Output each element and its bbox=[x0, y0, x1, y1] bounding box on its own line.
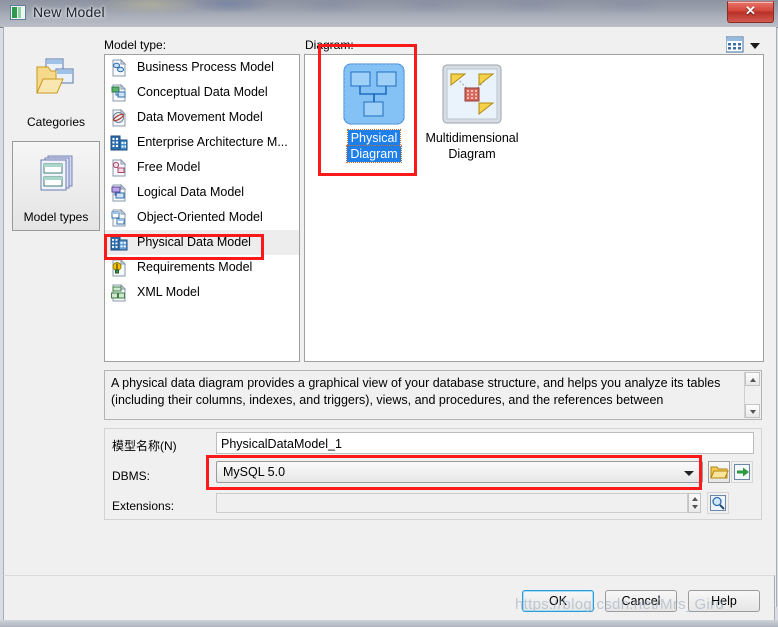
list-item-label: Data Movement Model bbox=[137, 110, 263, 124]
enterprise-architecture-model-icon bbox=[110, 134, 128, 152]
xml-model-icon bbox=[110, 283, 128, 302]
list-item-label: Requirements Model bbox=[137, 260, 253, 274]
rail-item-label: Categories bbox=[26, 115, 86, 129]
diagram-label: Diagram: bbox=[305, 38, 354, 52]
list-item-label: Free Model bbox=[137, 160, 201, 174]
description-box: A physical data diagram provides a graph… bbox=[104, 370, 762, 420]
description-text: A physical data diagram provides a graph… bbox=[111, 376, 721, 407]
model-types-stack-icon bbox=[32, 152, 80, 198]
chevron-down-icon bbox=[684, 471, 694, 476]
model-type-label: Model type: bbox=[104, 38, 167, 52]
close-icon: ✕ bbox=[745, 3, 756, 18]
cancel-button[interactable]: Cancel bbox=[605, 590, 677, 612]
data-movement-model-icon bbox=[110, 108, 128, 127]
dbms-browse-button[interactable] bbox=[708, 461, 730, 483]
extensions-spinner[interactable] bbox=[688, 493, 701, 513]
physical-diagram-icon bbox=[343, 63, 405, 125]
free-model-icon bbox=[110, 158, 128, 177]
diagram-item-label-line1: Multidimensional bbox=[425, 131, 519, 145]
extensions-label: Extensions: bbox=[112, 499, 175, 513]
list-item-label: Logical Data Model bbox=[137, 185, 245, 199]
diagram-item-label-line2: Diagram bbox=[346, 145, 402, 163]
list-item-label: Business Process Model bbox=[137, 60, 274, 74]
diagram-item-physical[interactable]: Physical Diagram bbox=[319, 61, 429, 163]
categories-folder-icon bbox=[32, 55, 80, 101]
diagram-item-multidimensional[interactable]: Multidimensional Diagram bbox=[417, 61, 527, 162]
folder-open-icon bbox=[710, 466, 729, 479]
new-model-dialog: New Model ✕ Categories Model types Model… bbox=[0, 0, 778, 627]
triangle-up-icon bbox=[691, 497, 698, 501]
requirements-model-icon bbox=[110, 258, 128, 277]
business-process-model-icon bbox=[110, 58, 128, 77]
diagram-panel[interactable]: Physical Diagram Multidimensional Diagra… bbox=[304, 54, 764, 362]
model-name-input[interactable]: PhysicalDataModel_1 bbox=[216, 432, 754, 454]
title-bar: New Model ✕ bbox=[0, 0, 778, 28]
list-item[interactable]: XML Model bbox=[105, 280, 299, 305]
extensions-browse-button[interactable] bbox=[707, 492, 729, 514]
ok-button[interactable]: OK bbox=[522, 590, 594, 612]
logical-data-model-icon bbox=[110, 183, 128, 202]
chevron-down-icon bbox=[750, 43, 760, 49]
dbms-combobox-value: MySQL 5.0 bbox=[223, 465, 286, 479]
description-scrollbar[interactable] bbox=[744, 372, 760, 418]
details-view-icon bbox=[725, 36, 760, 53]
list-item-label: XML Model bbox=[137, 285, 200, 299]
extensions-input[interactable] bbox=[216, 493, 688, 513]
list-item-label: Conceptual Data Model bbox=[137, 85, 268, 99]
list-item-label: Physical Data Model bbox=[137, 235, 251, 249]
scroll-up-button[interactable] bbox=[745, 372, 760, 386]
window-title: New Model bbox=[33, 4, 105, 20]
multidimensional-diagram-icon bbox=[442, 64, 502, 124]
list-item[interactable]: Object-Oriented Model bbox=[105, 205, 299, 230]
list-item[interactable]: Conceptual Data Model bbox=[105, 80, 299, 105]
diagram-item-label-line2: Diagram bbox=[448, 147, 496, 161]
physical-data-model-icon bbox=[110, 234, 128, 252]
model-name-label: 模型名称(N) bbox=[112, 439, 177, 453]
dbms-new-button[interactable] bbox=[731, 461, 753, 483]
list-item-label: Object-Oriented Model bbox=[137, 210, 263, 224]
model-window-icon bbox=[10, 5, 26, 20]
object-oriented-model-icon bbox=[110, 208, 128, 227]
list-item[interactable]: Data Movement Model bbox=[105, 105, 299, 130]
window-frame-bottom bbox=[0, 620, 778, 627]
green-arrow-import-icon bbox=[734, 464, 750, 480]
model-type-list[interactable]: Business Process Model Conceptual Data M… bbox=[104, 54, 300, 362]
title-bar-glass bbox=[0, 0, 778, 27]
list-item[interactable]: Requirements Model bbox=[105, 255, 299, 280]
rail-item-categories[interactable]: Categories bbox=[12, 45, 100, 135]
triangle-down-icon bbox=[749, 410, 756, 414]
dbms-combobox[interactable]: MySQL 5.0 bbox=[216, 461, 703, 483]
list-item[interactable]: Logical Data Model bbox=[105, 180, 299, 205]
list-item[interactable]: Enterprise Architecture M... bbox=[105, 130, 299, 155]
view-mode-toggle[interactable] bbox=[725, 36, 766, 54]
list-item[interactable]: Business Process Model bbox=[105, 55, 299, 80]
diagram-item-label-line1: Physical bbox=[346, 129, 402, 147]
scroll-down-button[interactable] bbox=[745, 404, 760, 418]
list-item[interactable]: Free Model bbox=[105, 155, 299, 180]
help-button[interactable]: Help bbox=[688, 590, 760, 612]
rail-item-label: Model types bbox=[23, 210, 89, 224]
close-button[interactable]: ✕ bbox=[727, 1, 774, 23]
triangle-down-icon bbox=[691, 505, 698, 509]
triangle-up-icon bbox=[749, 378, 756, 382]
rail-item-model-types[interactable]: Model types bbox=[12, 141, 100, 231]
list-item-label: Enterprise Architecture M... bbox=[137, 135, 288, 149]
list-item-physical-data-model[interactable]: Physical Data Model bbox=[105, 230, 299, 255]
magnifier-properties-icon bbox=[710, 495, 726, 511]
category-rail: Categories Model types bbox=[12, 45, 100, 365]
dbms-label: DBMS: bbox=[112, 469, 151, 483]
conceptual-data-model-icon bbox=[110, 83, 128, 102]
